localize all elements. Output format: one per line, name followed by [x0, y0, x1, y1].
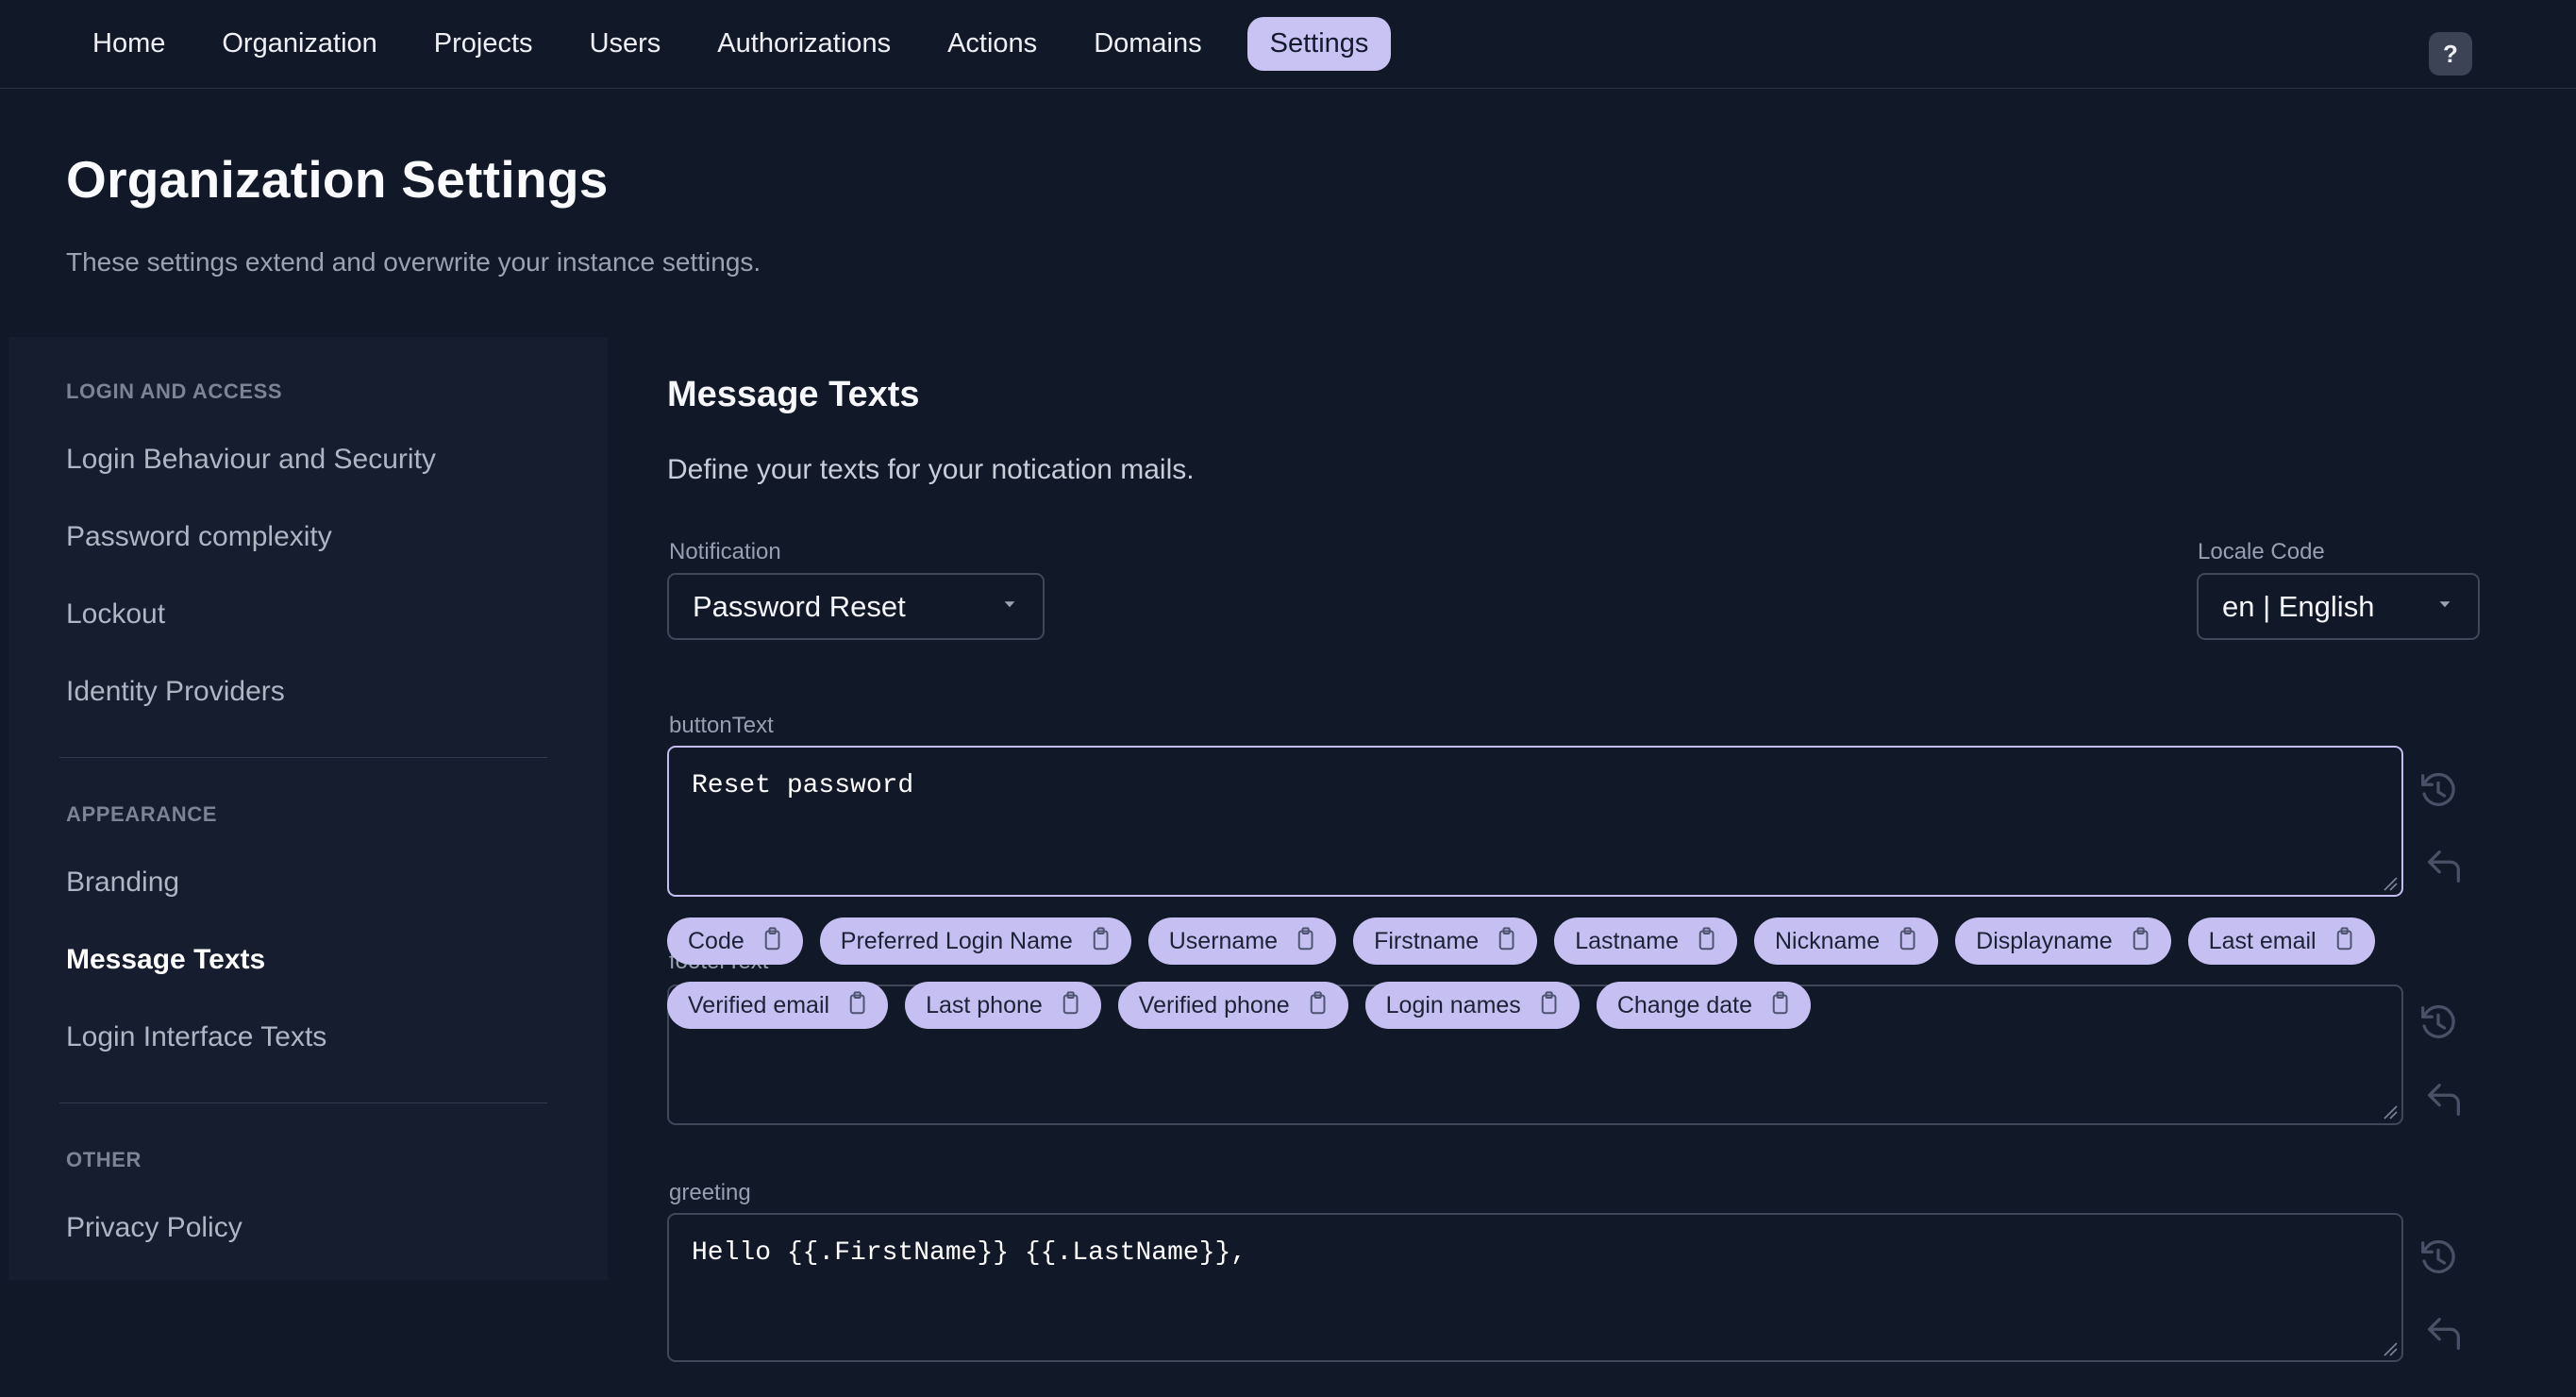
chip-label: Last email [2208, 927, 2317, 954]
sidebar-item-password-complexity[interactable]: Password complexity [66, 518, 332, 556]
chip-label: Displayname [1976, 927, 2113, 954]
chip-firstname[interactable]: Firstname [1353, 917, 1538, 965]
greeting-textarea[interactable]: Hello {{.FirstName}} {{.LastName}}, [667, 1213, 2403, 1362]
notification-label: Notification [669, 539, 781, 564]
resize-handle-icon[interactable] [2380, 873, 2399, 892]
sidebar-item-message-texts[interactable]: Message Texts [66, 941, 265, 979]
chip-verified-email[interactable]: Verified email [667, 982, 889, 1029]
page-title: Organization Settings [66, 150, 609, 209]
clipboard-copy-icon [1893, 924, 1921, 959]
chip-row: Verified email Last phone Verified phone… [667, 982, 2432, 1029]
chip-label: Firstname [1374, 927, 1480, 954]
button-text-undo-button[interactable] [2422, 845, 2466, 888]
chip-label: Login names [1385, 991, 1521, 1018]
resize-handle-icon[interactable] [2380, 1102, 2399, 1120]
clipboard-copy-icon [1291, 924, 1319, 959]
chip-label: Nickname [1775, 927, 1881, 954]
sidebar-section-other: OTHER [66, 1148, 142, 1171]
history-icon [2417, 1239, 2460, 1284]
clipboard-copy-icon [1534, 988, 1563, 1023]
chip-displayname[interactable]: Displayname [1955, 917, 2171, 965]
chip-login-names[interactable]: Login names [1364, 982, 1580, 1029]
chip-label: Preferred Login Name [840, 927, 1073, 954]
sidebar-divider [59, 1102, 547, 1103]
chip-username[interactable]: Username [1147, 917, 1337, 965]
chip-change-date[interactable]: Change date [1596, 982, 1811, 1029]
chip-label: Username [1168, 927, 1279, 954]
page-subtitle: These settings extend and overwrite your… [66, 247, 761, 277]
chip-label: Verified phone [1138, 991, 1290, 1018]
section-subtitle: Define your texts for your notication ma… [667, 454, 1195, 485]
locale-code-select[interactable]: en | English [2197, 573, 2480, 640]
nav-item-home[interactable]: Home [91, 17, 167, 71]
button-text-field: Reset password [667, 746, 2403, 897]
chip-label: Code [688, 927, 744, 954]
sidebar-item-branding[interactable]: Branding [66, 864, 179, 901]
clipboard-copy-icon [1303, 988, 1331, 1023]
greeting-label: greeting [669, 1180, 751, 1205]
sidebar-item-login-behaviour-and-security[interactable]: Login Behaviour and Security [66, 441, 436, 479]
button-text-label: buttonText [669, 713, 774, 738]
undo-arrow-icon [2422, 1084, 2466, 1125]
resize-handle-icon[interactable] [2380, 1338, 2399, 1357]
greeting-restore-default-button[interactable] [2417, 1237, 2460, 1280]
clipboard-copy-icon [843, 988, 871, 1023]
sidebar-divider [59, 757, 547, 758]
chip-label: Last phone [926, 991, 1043, 1018]
chip-row: Code Preferred Login Name Username First… [667, 917, 2432, 965]
undo-arrow-icon [2422, 850, 2466, 892]
locale-code-label: Locale Code [2198, 539, 2325, 564]
notification-select[interactable]: Password Reset [667, 573, 1045, 640]
chip-code[interactable]: Code [667, 917, 803, 965]
button-text-textarea[interactable]: Reset password [667, 746, 2403, 897]
chip-last-email[interactable]: Last email [2187, 917, 2375, 965]
clipboard-copy-icon [758, 924, 786, 959]
sidebar-item-identity-providers[interactable]: Identity Providers [66, 673, 285, 711]
clipboard-copy-icon [1692, 924, 1720, 959]
undo-arrow-icon [2422, 1318, 2466, 1359]
chip-label: Change date [1616, 991, 1752, 1018]
section-title: Message Texts [667, 375, 920, 414]
sidebar-item-login-interface-texts[interactable]: Login Interface Texts [66, 1018, 326, 1056]
chip-lastname[interactable]: Lastname [1554, 917, 1737, 965]
chip-verified-phone[interactable]: Verified phone [1117, 982, 1348, 1029]
history-icon [2417, 772, 2460, 816]
sidebar-section-login-and-access: LOGIN AND ACCESS [66, 379, 283, 403]
help-button[interactable]: ? [2429, 32, 2472, 76]
nav-item-projects[interactable]: Projects [432, 17, 535, 71]
placeholder-chips: Code Preferred Login Name Username First… [667, 917, 2432, 1046]
chip-nickname[interactable]: Nickname [1754, 917, 1939, 965]
question-mark-icon: ? [2443, 39, 2458, 68]
chip-preferred-login-name[interactable]: Preferred Login Name [819, 917, 1131, 965]
chip-label: Lastname [1575, 927, 1679, 954]
clipboard-copy-icon [1056, 988, 1084, 1023]
notification-select-value: Password Reset [693, 589, 906, 623]
clipboard-copy-icon [2126, 924, 2154, 959]
caret-down-icon [2410, 592, 2457, 621]
greeting-field: Hello {{.FirstName}} {{.LastName}}, [667, 1213, 2403, 1362]
nav-item-actions[interactable]: Actions [945, 17, 1039, 71]
greeting-undo-button[interactable] [2422, 1312, 2466, 1355]
settings-sidebar: LOGIN AND ACCESS Login Behaviour and Sec… [8, 337, 608, 1280]
clipboard-copy-icon [1086, 924, 1114, 959]
sidebar-section-appearance: APPEARANCE [66, 802, 218, 826]
sidebar-item-lockout[interactable]: Lockout [66, 596, 165, 633]
locale-code-select-value: en | English [2222, 589, 2375, 623]
nav-item-domains[interactable]: Domains [1092, 17, 1203, 71]
clipboard-copy-icon [1765, 988, 1794, 1023]
footer-text-undo-button[interactable] [2422, 1078, 2466, 1121]
button-text-restore-default-button[interactable] [2417, 769, 2460, 813]
nav-item-settings[interactable]: Settings [1246, 17, 1392, 71]
chip-last-phone[interactable]: Last phone [905, 982, 1101, 1029]
clipboard-copy-icon [2330, 924, 2358, 959]
nav-item-authorizations[interactable]: Authorizations [715, 17, 893, 71]
sidebar-item-privacy-policy[interactable]: Privacy Policy [66, 1209, 243, 1247]
caret-down-icon [975, 592, 1022, 621]
chip-label: Verified email [688, 991, 830, 1018]
top-navigation: Home Organization Projects Users Authori… [0, 0, 2576, 89]
nav-item-users[interactable]: Users [588, 17, 663, 71]
clipboard-copy-icon [1492, 924, 1520, 959]
nav-item-organization[interactable]: Organization [220, 17, 378, 71]
